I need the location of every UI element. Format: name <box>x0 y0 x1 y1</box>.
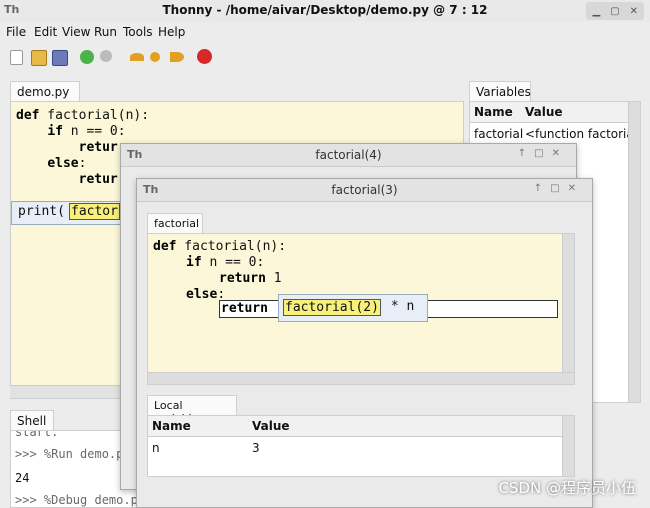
var-value: 3 <box>252 441 260 455</box>
dialog-controls[interactable]: ↑□✕ <box>518 148 568 159</box>
dialog-title-bar: Th factorial(4) ↑□✕ <box>121 144 576 167</box>
code-line: else: <box>16 156 86 171</box>
code-keyword: else <box>47 156 79 171</box>
column-name: Name <box>152 419 191 433</box>
code-keyword: if <box>47 124 63 139</box>
code-line: if n == 0: <box>16 124 126 139</box>
title-bar: Th Thonny - /home/aivar/Desktop/demo.py … <box>0 0 650 23</box>
code-keyword: else <box>186 287 218 302</box>
tab-local-variables[interactable]: Local variables <box>147 395 237 425</box>
current-call-line: print( factor <box>11 201 133 225</box>
var-value: <function factorial <box>525 127 638 141</box>
dialog-title: factorial(4) <box>315 148 382 162</box>
code-line: retur <box>16 172 118 187</box>
code-line: if n == 0: <box>186 255 264 270</box>
code-line: def factorial(n): <box>153 239 286 254</box>
code-text: n == 0: <box>201 255 265 270</box>
shell-line: >>> %Debug demo.py <box>15 493 146 507</box>
column-name: Name <box>474 105 513 119</box>
step-over-icon[interactable] <box>130 53 144 61</box>
shell-line: start. <box>15 430 59 439</box>
code-text: factorial(n): <box>39 108 150 123</box>
local-variables-table: Name Value n 3 <box>147 415 575 477</box>
call-prefix: print( <box>18 204 65 219</box>
column-value: Value <box>525 105 563 119</box>
evaluation-popup: factorial(2) * n <box>278 294 428 322</box>
code-vertical-scrollbar[interactable] <box>562 234 574 384</box>
toolbar <box>0 44 650 70</box>
save-icon[interactable] <box>52 50 68 66</box>
step-into-icon[interactable] <box>150 52 160 62</box>
tab-demo-py[interactable]: demo.py <box>10 81 80 102</box>
code-line: def factorial(n): <box>16 108 149 123</box>
open-folder-icon[interactable] <box>31 50 47 66</box>
locals-vertical-scrollbar[interactable] <box>562 416 574 476</box>
dialog-title-bar: Th factorial(3) ↑□✕ <box>137 179 592 202</box>
code-text: 1 <box>265 271 282 286</box>
menu-run[interactable]: Run <box>94 25 117 39</box>
code-text: : <box>78 156 87 171</box>
table-header: Name Value <box>470 102 640 123</box>
new-file-icon[interactable] <box>10 50 23 65</box>
frame-dialog-factorial-3[interactable]: Th factorial(3) ↑□✕ factorial def factor… <box>136 178 593 508</box>
menu-tools[interactable]: Tools <box>123 25 153 39</box>
tab-label: factorial <box>154 217 200 230</box>
watermark: CSDN @程序员小伍 <box>498 479 636 497</box>
shell-line: 24 <box>15 471 30 485</box>
menu-edit[interactable]: Edit <box>34 25 57 39</box>
tab-label: Shell <box>17 414 47 428</box>
shell-line: >>> %Run demo.p <box>15 447 124 461</box>
stop-icon[interactable] <box>197 49 212 64</box>
code-text: factorial(n): <box>176 239 287 254</box>
window-controls: ▁ ▢ ✕ <box>586 2 644 20</box>
minimize-icon[interactable]: ▁ <box>592 6 600 17</box>
var-name: n <box>152 441 160 455</box>
close-icon[interactable]: ✕ <box>630 6 638 17</box>
menu-bar: File Edit View Run Tools Help <box>0 22 650 42</box>
code-line: retur <box>16 140 118 155</box>
table-row[interactable]: factorial <function factorial <box>470 124 637 144</box>
code-text: n == 0: <box>62 124 126 139</box>
variables-vertical-scrollbar[interactable] <box>628 102 640 402</box>
maximize-icon[interactable]: ▢ <box>610 6 619 17</box>
table-header: Name Value <box>148 416 574 437</box>
code-keyword: retur <box>78 140 118 155</box>
code-keyword: return <box>219 271 266 286</box>
tab-variables[interactable]: Variables <box>469 81 531 102</box>
dialog-title: factorial(3) <box>331 183 398 197</box>
tab-shell[interactable]: Shell <box>10 410 54 431</box>
call-highlight: factor <box>69 203 120 220</box>
code-keyword: def <box>153 239 177 254</box>
run-icon[interactable] <box>80 50 94 64</box>
table-row[interactable]: n 3 <box>148 438 563 458</box>
code-keyword: if <box>186 255 202 270</box>
code-keyword: def <box>16 108 40 123</box>
code-line: return 1 <box>219 271 282 286</box>
current-expression-highlight: factorial(2) <box>283 299 381 316</box>
tab-label: demo.py <box>17 85 70 99</box>
menu-help[interactable]: Help <box>158 25 185 39</box>
code-keyword: return <box>221 301 268 316</box>
debug-icon[interactable] <box>100 50 112 62</box>
menu-file[interactable]: File <box>6 25 26 39</box>
var-name: factorial <box>474 127 524 141</box>
frame-code-view[interactable]: def factorial(n): if n == 0: return 1 el… <box>147 233 575 385</box>
code-text: * n <box>383 299 415 314</box>
tab-factorial[interactable]: factorial <box>147 213 203 234</box>
code-keyword: retur <box>78 172 118 187</box>
code-horizontal-scrollbar[interactable] <box>148 372 574 384</box>
tab-label: Variables <box>476 85 531 99</box>
menu-view[interactable]: View <box>62 25 90 39</box>
step-out-icon[interactable] <box>170 52 184 62</box>
column-value: Value <box>252 419 290 433</box>
dialog-controls[interactable]: ↑□✕ <box>534 183 584 194</box>
window-title: Thonny - /home/aivar/Desktop/demo.py @ 7… <box>162 3 488 17</box>
